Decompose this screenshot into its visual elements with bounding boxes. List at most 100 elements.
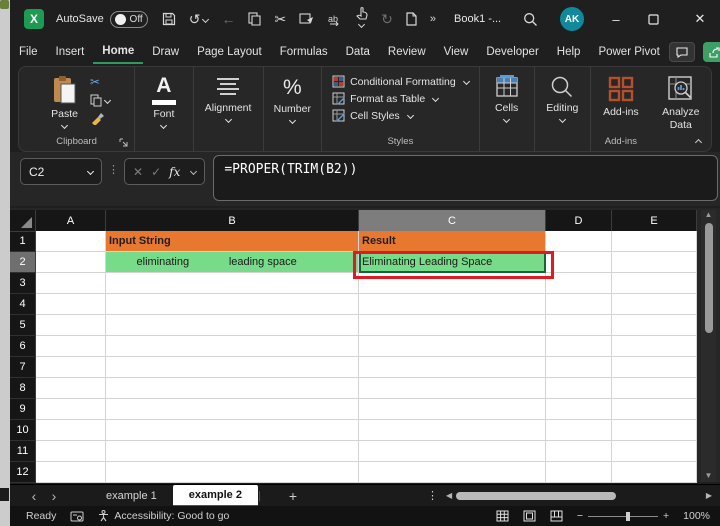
- row-header-3[interactable]: 3: [10, 273, 36, 294]
- cell[interactable]: [36, 441, 106, 462]
- row-header-8[interactable]: 8: [10, 378, 36, 399]
- editing-button[interactable]: Editing: [538, 73, 586, 124]
- cell[interactable]: [106, 378, 359, 399]
- scroll-down-icon[interactable]: ▼: [705, 471, 713, 480]
- cell[interactable]: [359, 441, 546, 462]
- page-layout-view-icon[interactable]: [523, 510, 536, 522]
- cell[interactable]: [546, 420, 612, 441]
- cell[interactable]: [546, 378, 612, 399]
- prev-sheet-icon[interactable]: ‹: [24, 488, 44, 504]
- comments-button[interactable]: [669, 42, 695, 62]
- cell[interactable]: [36, 294, 106, 315]
- tab-insert[interactable]: Insert: [47, 41, 94, 63]
- cell[interactable]: [106, 399, 359, 420]
- column-header-c[interactable]: C: [359, 210, 546, 232]
- row-header-10[interactable]: 10: [10, 420, 36, 441]
- name-box[interactable]: C2: [20, 158, 102, 185]
- cell[interactable]: [546, 462, 612, 483]
- cell[interactable]: [359, 399, 546, 420]
- cell[interactable]: [546, 315, 612, 336]
- tab-formulas[interactable]: Formulas: [271, 41, 337, 63]
- share-button[interactable]: [703, 42, 720, 62]
- row-header-2[interactable]: 2: [10, 252, 36, 273]
- copy-icon[interactable]: [248, 12, 261, 26]
- scroll-right-icon[interactable]: ▶: [706, 491, 712, 500]
- analyze-data-button[interactable]: AnalyzeData: [654, 73, 707, 133]
- paste-button[interactable]: Paste: [43, 73, 86, 130]
- cell[interactable]: [612, 294, 697, 315]
- format-as-table-button[interactable]: Format as Table: [332, 92, 469, 105]
- format-painter-button[interactable]: [90, 112, 110, 125]
- cell[interactable]: [612, 399, 697, 420]
- avatar[interactable]: AK: [560, 7, 584, 31]
- formula-input[interactable]: =PROPER(TRIM(B2)): [213, 155, 718, 201]
- next-sheet-icon[interactable]: ›: [44, 488, 64, 504]
- cell[interactable]: [546, 357, 612, 378]
- clipboard-dialog-launcher-icon[interactable]: [119, 138, 128, 147]
- cell-b1[interactable]: Input String: [106, 231, 359, 252]
- conditional-formatting-button[interactable]: Conditional Formatting: [332, 75, 469, 88]
- scroll-up-icon[interactable]: ▲: [705, 210, 713, 219]
- cell[interactable]: [612, 357, 697, 378]
- cell-d2[interactable]: [546, 252, 612, 273]
- cell-e2[interactable]: [612, 252, 697, 273]
- select-all-button[interactable]: [10, 210, 36, 232]
- cut-icon[interactable]: ✂: [274, 12, 286, 26]
- sheet-tab-example1[interactable]: example 1: [90, 485, 173, 507]
- close-button[interactable]: ✕: [690, 11, 710, 27]
- new-file-icon[interactable]: [406, 12, 417, 26]
- cell[interactable]: [612, 462, 697, 483]
- page-break-view-icon[interactable]: [550, 510, 563, 522]
- addins-button[interactable]: Add-ins: [595, 73, 647, 120]
- cell[interactable]: [546, 441, 612, 462]
- more-commands-button[interactable]: »: [430, 13, 436, 25]
- cell-e1[interactable]: [612, 231, 697, 252]
- save-icon[interactable]: [162, 12, 176, 26]
- column-header-e[interactable]: E: [612, 210, 697, 232]
- cell[interactable]: [106, 462, 359, 483]
- autosave-toggle[interactable]: Off: [110, 11, 148, 28]
- search-icon[interactable]: [523, 12, 538, 27]
- cell[interactable]: [106, 420, 359, 441]
- column-header-d[interactable]: D: [546, 210, 612, 232]
- cell[interactable]: [359, 336, 546, 357]
- tab-help[interactable]: Help: [548, 41, 590, 63]
- email-icon[interactable]: [299, 13, 314, 25]
- zoom-slider-thumb[interactable]: [626, 512, 630, 521]
- tab-developer[interactable]: Developer: [477, 41, 547, 63]
- cell[interactable]: [612, 273, 697, 294]
- cell[interactable]: [546, 294, 612, 315]
- cut-button[interactable]: ✂: [90, 75, 110, 89]
- vertical-scroll-thumb[interactable]: [705, 223, 713, 333]
- tab-view[interactable]: View: [435, 41, 478, 63]
- tab-power-pivot[interactable]: Power Pivot: [589, 41, 668, 63]
- number-button[interactable]: % Number: [266, 73, 319, 125]
- normal-view-icon[interactable]: [496, 510, 509, 522]
- sheet-options-icon[interactable]: ⋮: [427, 489, 438, 502]
- cell[interactable]: [36, 315, 106, 336]
- zoom-level[interactable]: 100%: [683, 510, 710, 522]
- tab-page-layout[interactable]: Page Layout: [188, 41, 271, 63]
- font-button[interactable]: A Font: [144, 73, 184, 130]
- cancel-entry-button[interactable]: ✕: [133, 165, 143, 179]
- insert-function-button[interactable]: fx: [169, 165, 180, 179]
- row-header-9[interactable]: 9: [10, 399, 36, 420]
- cell-c1[interactable]: Result: [359, 231, 546, 252]
- cell[interactable]: [36, 420, 106, 441]
- cell-c2-selected[interactable]: Eliminating Leading Space: [359, 252, 546, 273]
- zoom-in-button[interactable]: +: [663, 510, 669, 522]
- autosave-control[interactable]: AutoSave Off: [56, 11, 148, 28]
- row-header-11[interactable]: 11: [10, 441, 36, 462]
- cell-styles-button[interactable]: Cell Styles: [332, 109, 469, 122]
- scroll-left-icon[interactable]: ◀: [446, 491, 452, 500]
- cell[interactable]: [546, 273, 612, 294]
- cell[interactable]: [36, 336, 106, 357]
- cell[interactable]: [612, 378, 697, 399]
- cell[interactable]: [612, 420, 697, 441]
- cell[interactable]: [359, 378, 546, 399]
- enter-entry-button[interactable]: ✓: [151, 165, 161, 179]
- row-header-7[interactable]: 7: [10, 357, 36, 378]
- cells-button[interactable]: Cells: [486, 73, 528, 124]
- cell[interactable]: [359, 294, 546, 315]
- zoom-out-button[interactable]: −: [577, 510, 583, 522]
